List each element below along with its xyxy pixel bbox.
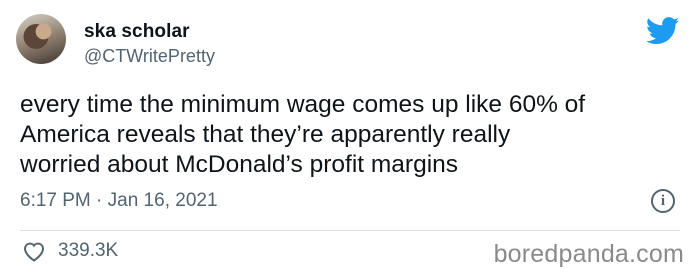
twitter-bird-icon [646, 17, 680, 45]
like-action[interactable]: 339.3K [22, 240, 118, 262]
tweet-timestamp[interactable]: 6:17 PM · Jan 16, 2021 [20, 190, 218, 212]
divider [20, 230, 680, 231]
watermark: boredpanda.com [493, 240, 684, 268]
author-display-name[interactable]: ska scholar [84, 21, 190, 43]
tweet-text: every time the minimum wage comes up lik… [20, 91, 586, 178]
heart-icon[interactable] [22, 240, 46, 262]
like-count: 339.3K [58, 240, 119, 261]
avatar[interactable] [16, 14, 66, 64]
info-icon[interactable]: i [651, 189, 675, 213]
author-handle[interactable]: @CTWritePretty [84, 46, 215, 67]
